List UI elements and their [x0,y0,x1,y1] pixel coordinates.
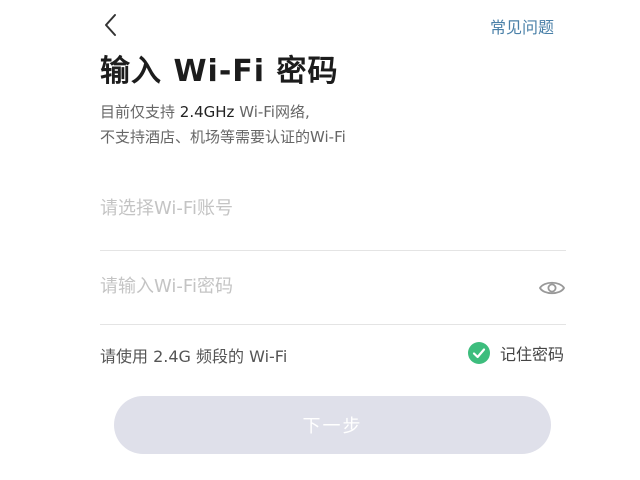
description-suffix: Wi-Fi网络, [234,103,310,121]
description-prefix: 目前仅支持 [100,103,180,121]
faq-link[interactable]: 常见问题 [490,14,554,38]
remember-password-toggle[interactable]: 记住密码 [467,341,564,365]
back-button[interactable] [96,10,126,40]
password-input[interactable] [100,266,520,306]
wifi-password-screen: 常见问题 输入 Wi-Fi 密码 目前仅支持 2.4GHz Wi-Fi网络, 不… [0,0,640,480]
check-circle-icon [467,342,490,364]
ssid-field [100,188,566,251]
next-step-button[interactable]: 下一步 [114,396,551,454]
description-frequency: 2.4GHz [179,103,235,121]
eye-icon[interactable] [538,278,566,298]
password-field [100,266,566,325]
ssid-input[interactable] [100,188,520,228]
description: 目前仅支持 2.4GHz Wi-Fi网络, 不支持酒店、机场等需要认证的Wi-F… [100,100,346,150]
remember-password-label: 记住密码 [499,345,564,364]
description-line-2: 不支持酒店、机场等需要认证的Wi-Fi [100,128,346,146]
chevron-left-icon [105,14,116,36]
description-line-1: 目前仅支持 2.4GHz Wi-Fi网络, [100,100,346,125]
page-title: 输入 Wi-Fi 密码 [100,54,339,89]
frequency-hint: 请使用 2.4G 频段的 Wi-Fi [100,347,288,366]
